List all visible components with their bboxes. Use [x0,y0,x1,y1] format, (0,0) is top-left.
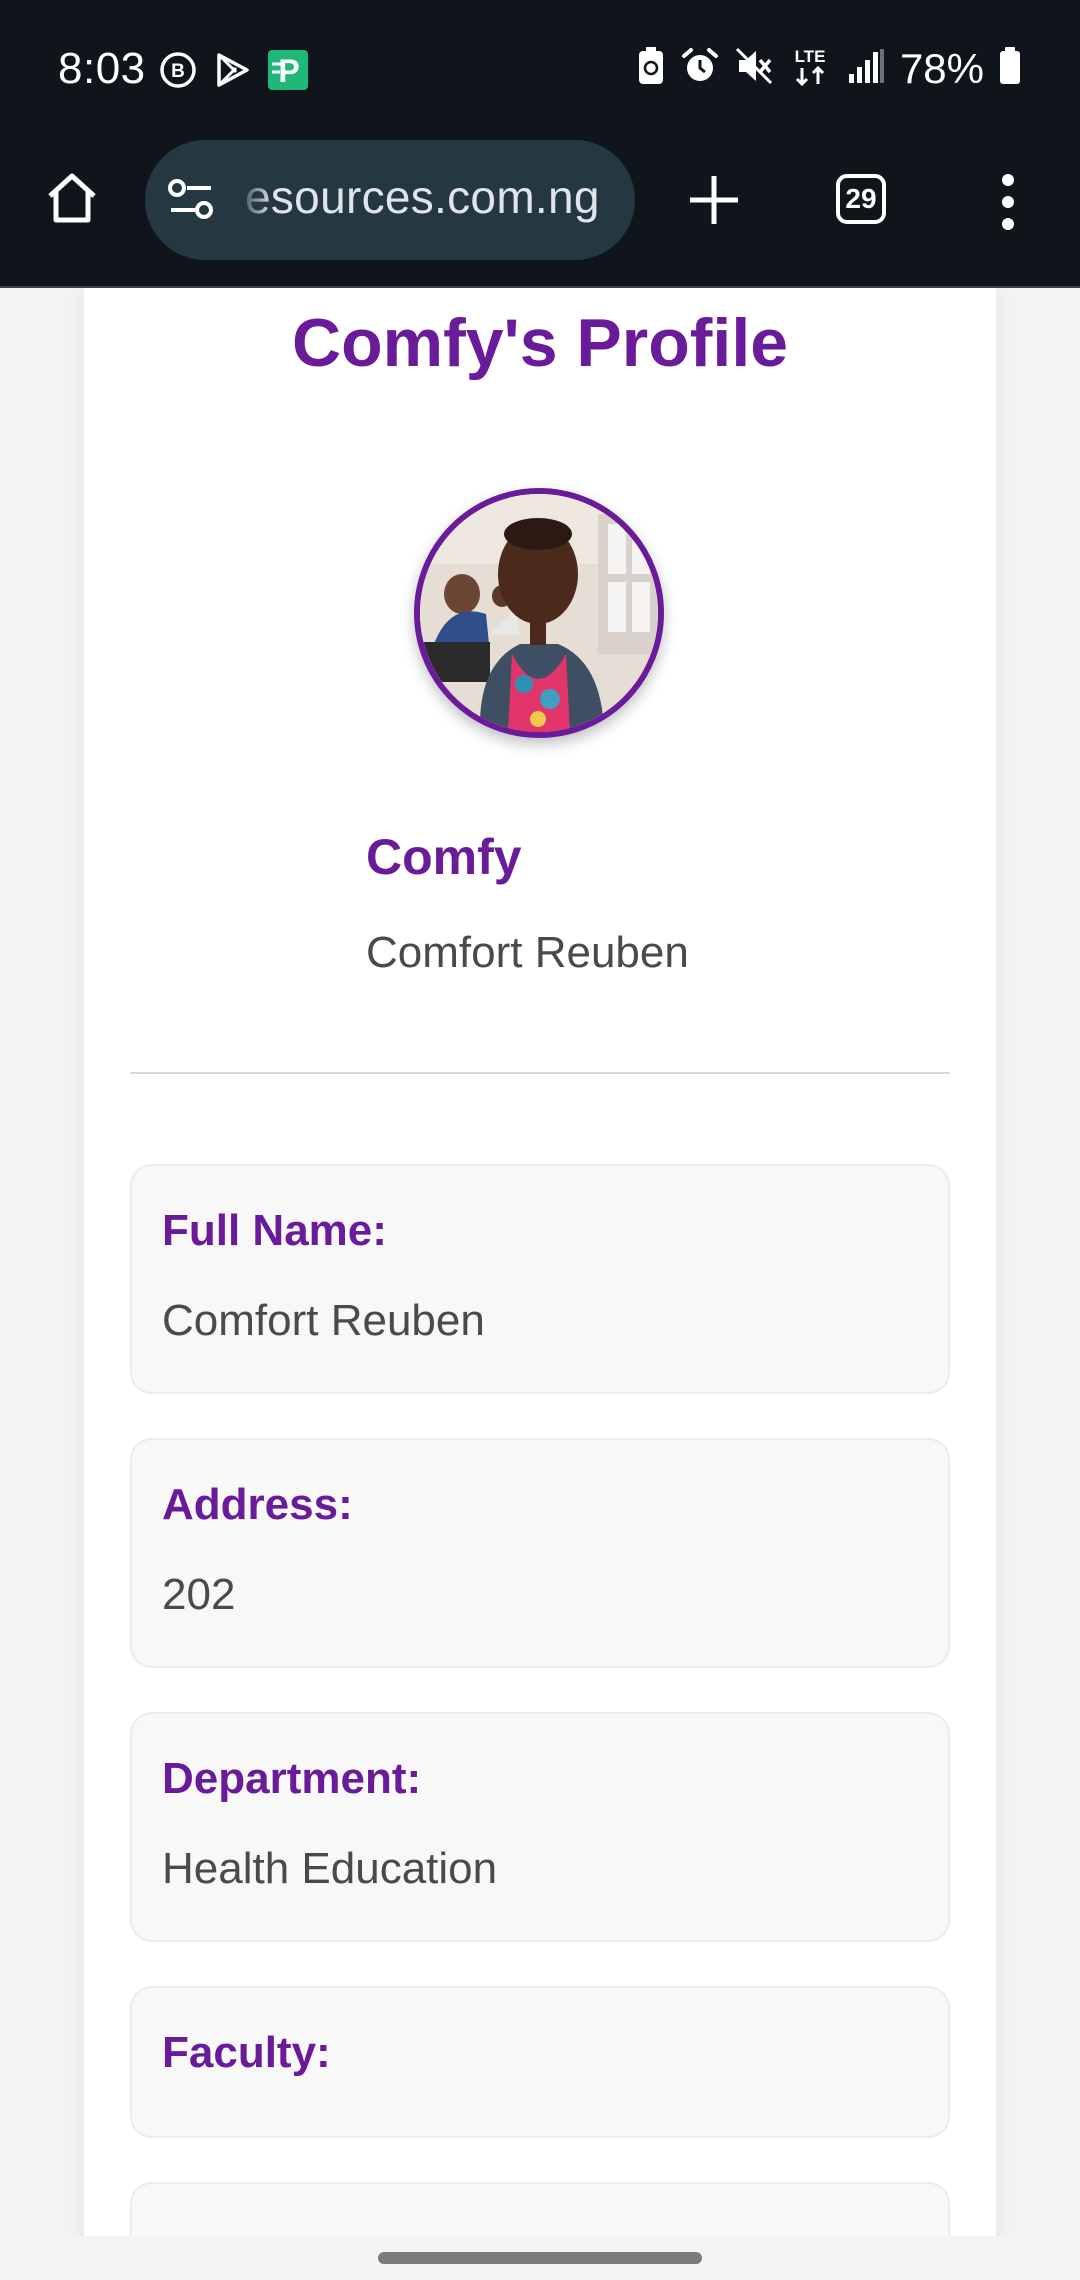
status-bar: 8:03 B P LTE 78% [0,0,1080,140]
info-label: Address: [162,1480,353,1529]
info-value: Health Education [162,1844,498,1893]
avatar [414,488,664,738]
status-time: 8:03 [58,44,146,93]
battery-percent: 78% [899,44,984,92]
info-value: 202 [162,1570,236,1619]
url-text: esources.com.ng [245,171,600,223]
svg-text:P: P [278,53,299,89]
site-settings-icon[interactable] [167,178,215,222]
home-gesture-handle[interactable] [378,2252,702,2264]
battery-icon [998,46,1022,91]
profile-photo [420,494,658,732]
mute-icon [734,46,774,91]
bip-icon: B [158,50,198,95]
navigation-gesture-area [0,2236,1080,2280]
web-page: Comfy's Profile Comfy Comfort Reuben Ful… [0,288,1080,2236]
info-next-partial [130,2182,950,2236]
divider [130,1072,950,1074]
play-store-icon [212,50,252,95]
home-button[interactable] [42,168,102,228]
profile-username: Comfy [366,829,522,885]
alarm-icon [680,46,720,91]
app-p-icon: P [266,50,310,95]
signal-icon [846,46,886,91]
battery-saver-icon [636,46,666,91]
svg-text:LTE: LTE [795,47,826,66]
info-faculty: Faculty: [130,1986,950,2138]
plus-icon [690,176,738,224]
page-title: Comfy's Profile [291,305,789,381]
notification-icons: B P [158,50,310,95]
menu-button[interactable] [1000,172,1016,232]
info-address: Address: 202 [130,1438,950,1668]
info-department: Department: Health Education [130,1712,950,1942]
info-label: Faculty: [162,2028,331,2077]
profile-real-name: Comfort Reuben [366,928,689,977]
info-label: Full Name: [162,1206,387,1255]
info-full-name: Full Name: Comfort Reuben [130,1164,950,1394]
address-bar[interactable]: esources.com.ng [145,140,635,260]
new-tab-button[interactable] [686,172,742,228]
tab-switcher-button[interactable]: 29 [836,174,886,224]
home-icon [48,173,96,223]
more-vertical-icon [1002,174,1014,230]
lte-icon: LTE [788,44,832,93]
profile-card: Comfy's Profile Comfy Comfort Reuben Ful… [84,288,996,2236]
browser-toolbar: esources.com.ng 29 [0,140,1080,288]
system-icons: LTE 78% [636,44,1022,93]
info-value: Comfort Reuben [162,1296,485,1345]
svg-text:B: B [171,61,185,82]
info-label: Department: [162,1754,422,1803]
